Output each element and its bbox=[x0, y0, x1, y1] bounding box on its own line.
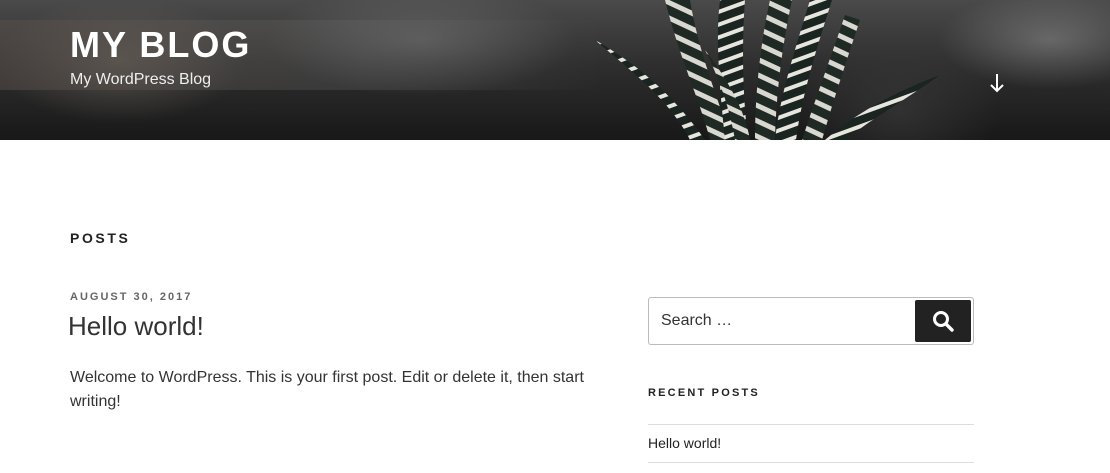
search-form bbox=[648, 297, 974, 345]
site-title[interactable]: MY BLOG bbox=[70, 24, 251, 66]
post-excerpt: Welcome to WordPress. This is your first… bbox=[70, 369, 584, 410]
recent-posts-title: RECENT POSTS bbox=[648, 387, 760, 399]
site-description: My WordPress Blog bbox=[70, 71, 212, 88]
search-icon bbox=[933, 311, 954, 332]
post-title[interactable]: Hello world! bbox=[68, 310, 204, 342]
recent-post-link[interactable]: Hello world! bbox=[648, 435, 721, 451]
arrow-down-icon bbox=[990, 74, 1004, 93]
list-item: Hello world! bbox=[648, 425, 974, 463]
search-button[interactable] bbox=[915, 300, 971, 342]
recent-posts-list: Hello world! bbox=[648, 424, 974, 463]
search-input[interactable] bbox=[649, 298, 915, 344]
scroll-down-button[interactable] bbox=[984, 70, 1010, 96]
page-heading: POSTS bbox=[70, 230, 131, 246]
site-header: MY BLOG My WordPress Blog bbox=[0, 0, 1110, 140]
post-date[interactable]: AUGUST 30, 2017 bbox=[70, 291, 192, 303]
succulent-plant-image bbox=[595, 0, 940, 140]
